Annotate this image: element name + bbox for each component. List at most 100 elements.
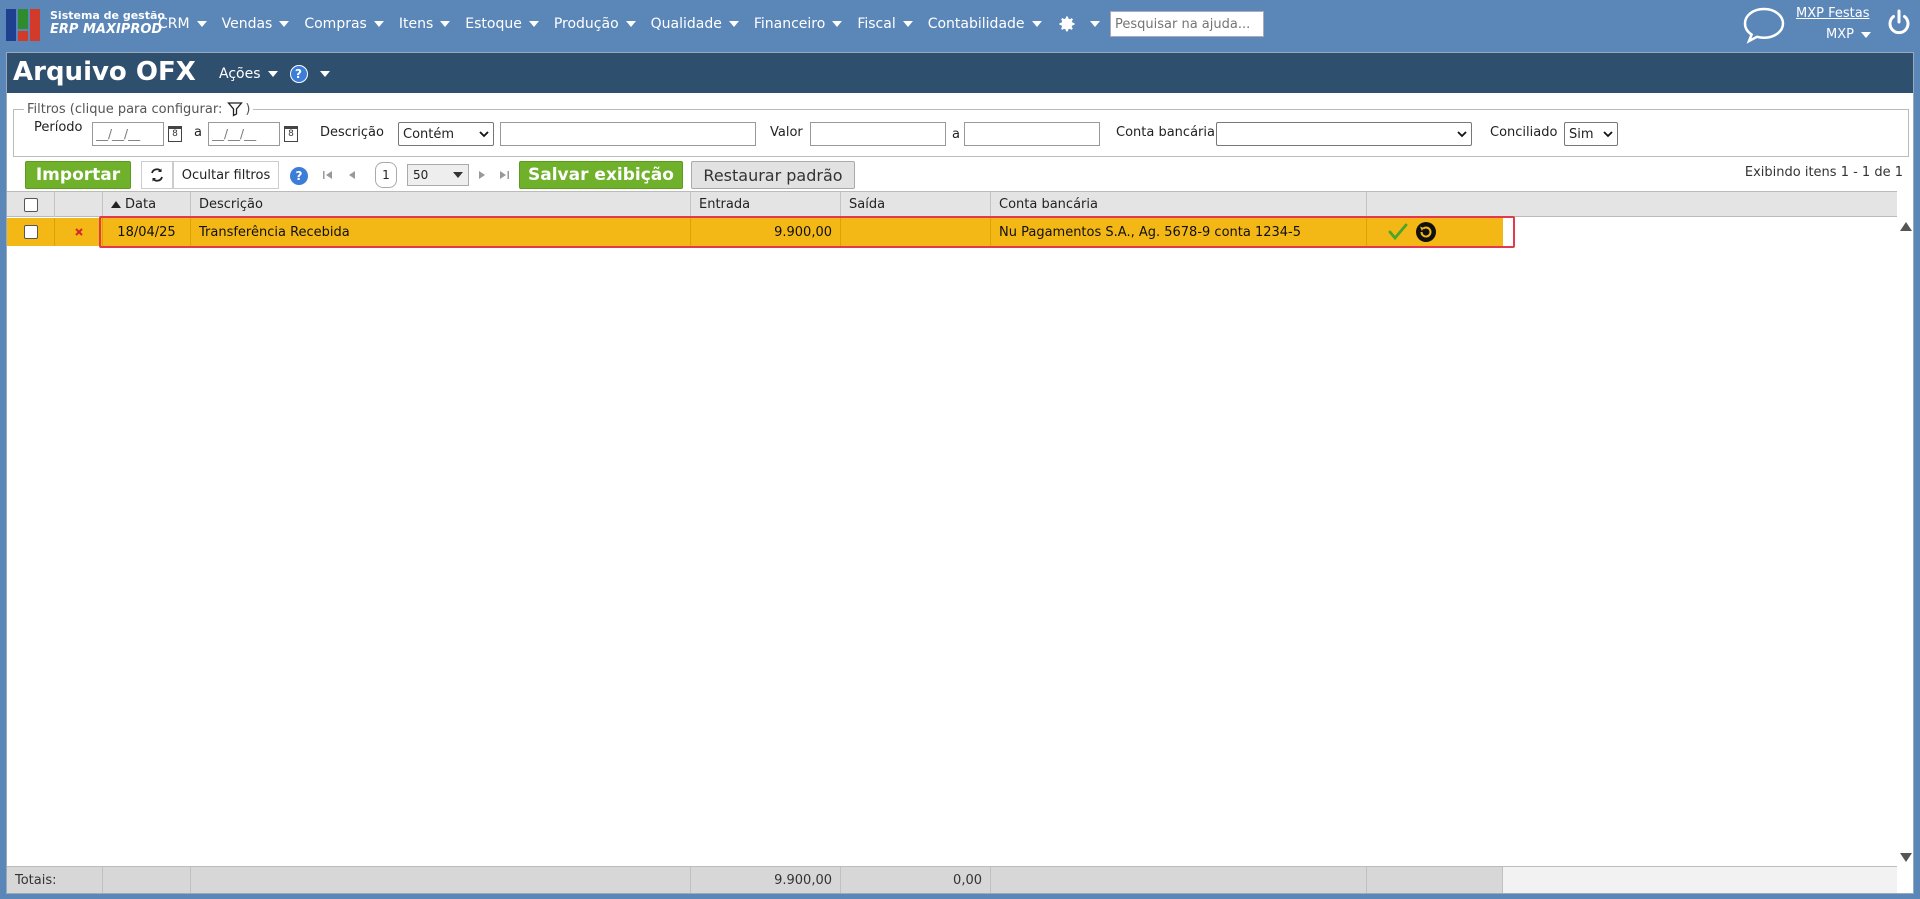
user-name-link[interactable]: MXP Festas [1796,6,1869,21]
chevron-down-icon [1089,21,1100,27]
menu-label: Vendas [221,16,273,32]
scroll-up-arrow-icon[interactable] [1900,222,1912,231]
chevron-down-icon [832,21,843,27]
menu-item-producao[interactable]: Produção [554,16,636,32]
transactions-grid: Data Descrição Entrada Saída Conta bancá… [7,191,1913,893]
grid-totals: Totais: 9.900,00 0,00 [7,866,1897,893]
next-page-icon[interactable] [475,168,489,182]
value-label: Valor [770,125,803,140]
menu-label: CRM [158,16,190,32]
chat-icon[interactable] [1742,6,1786,44]
chevron-down-icon [1860,31,1871,38]
row-actions [1367,218,1503,246]
page-header: Arquivo OFX Ações ? [7,53,1913,93]
filters-legend[interactable]: Filtros (clique para configurar: ) [24,101,254,117]
chevron-down-icon [728,21,739,27]
help-icon[interactable]: ? [289,65,308,83]
menu-label: Fiscal [857,16,896,32]
reconcile-check-icon[interactable] [1387,222,1409,242]
chevron-down-icon [373,21,384,27]
page-size-select[interactable]: 50 [407,164,469,186]
first-page-icon[interactable] [321,168,335,182]
chevron-down-icon [267,71,278,77]
calendar-icon[interactable]: 8 [284,126,298,142]
actions-menu[interactable]: Ações ? [219,65,330,83]
last-page-icon[interactable] [497,168,511,182]
previous-page-icon[interactable] [345,168,359,182]
filters-legend-close: ) [245,101,251,117]
chevron-down-icon [196,21,207,27]
reconciled-select[interactable]: Sim [1564,122,1618,146]
menu-item-contabilidade[interactable]: Contabilidade [928,16,1042,32]
chevron-down-icon [1031,21,1042,27]
value-to-label: a [952,127,960,142]
grid-toolbar: Importar Ocultar filtros ? 1 50 Salvar e… [13,157,1909,191]
value-to-input[interactable] [964,122,1100,146]
value-from-input[interactable] [810,122,946,146]
totals-outflow: 0,00 [841,867,991,893]
hide-filters-button[interactable]: Ocultar filtros [173,161,279,189]
column-header-inflow[interactable]: Entrada [691,192,841,217]
description-input[interactable] [500,122,756,146]
menu-label: Qualidade [650,16,722,32]
refresh-icon [151,168,163,182]
select-all-checkbox[interactable] [23,197,38,212]
column-header-outflow[interactable]: Saída [841,192,991,217]
period-start-input[interactable] [92,122,164,146]
description-mode-select[interactable]: Contém [398,122,494,146]
table-row[interactable]: 18/04/25 Transferência Recebida 9.900,00… [7,218,1503,246]
settings-menu[interactable] [1057,14,1100,34]
chevron-down-icon [440,21,451,27]
vertical-scrollbar[interactable] [1897,218,1913,866]
row-select-cell [7,218,55,246]
sort-ascending-icon [111,201,121,208]
status-column-header [55,192,103,217]
menu-item-crm[interactable]: CRM [158,16,207,32]
help-search-input[interactable] [1110,11,1264,37]
description-label: Descrição [320,125,384,140]
bank-account-select[interactable] [1216,122,1472,146]
chevron-down-icon [453,172,463,178]
unreconciled-x-icon[interactable] [74,227,84,237]
menu-label: Financeiro [753,16,826,32]
column-header-bank-account[interactable]: Conta bancária [991,192,1367,217]
help-icon[interactable]: ? [289,166,309,186]
chevron-down-icon [902,21,913,27]
menu-item-fiscal[interactable]: Fiscal [857,16,913,32]
power-icon[interactable] [1884,8,1914,38]
company-selector[interactable]: MXP [1826,27,1871,42]
reconciled-label: Conciliado [1490,125,1558,140]
menu-item-vendas[interactable]: Vendas [222,16,290,32]
reconciled-value: Sim [1569,126,1594,142]
column-header-description[interactable]: Descrição [191,192,691,217]
logo-line-1: Sistema de gestão [50,9,165,22]
filters-panel: Filtros (clique para configurar: ) Perío… [13,101,1909,157]
menu-item-compras[interactable]: Compras [304,16,384,32]
row-checkbox[interactable] [23,225,38,239]
refresh-button[interactable] [141,161,173,189]
period-end-input[interactable] [208,122,280,146]
menu-item-itens[interactable]: Itens [398,16,451,32]
totals-description-cell [191,867,691,893]
grid-header: Data Descrição Entrada Saída Conta bancá… [7,191,1897,217]
restore-default-button[interactable]: Restaurar padrão [691,161,855,189]
undo-reconcile-icon[interactable] [1415,221,1437,243]
erp-logo[interactable]: Sistema de gestão ERP MAXIPROD [6,6,165,42]
menu-label: Itens [398,16,434,32]
menu-item-financeiro[interactable]: Financeiro [753,16,843,32]
description-mode-value: Contém [403,126,455,142]
filters-legend-text: Filtros (clique para configurar: [27,101,223,117]
import-button[interactable]: Importar [25,161,131,189]
save-view-button[interactable]: Salvar exibição [519,161,683,189]
menu-item-qualidade[interactable]: Qualidade [651,16,739,32]
row-status-cell [55,218,103,246]
chevron-down-icon[interactable] [319,71,330,77]
calendar-icon[interactable]: 8 [168,126,182,142]
column-header-date[interactable]: Data [103,192,191,217]
scroll-down-arrow-icon[interactable] [1900,853,1912,862]
menu-item-estoque[interactable]: Estoque [465,16,539,32]
funnel-icon[interactable] [227,101,244,117]
page-number-indicator[interactable]: 1 [375,162,397,188]
totals-date-cell [103,867,191,893]
top-navigation: Sistema de gestão ERP MAXIPROD CRM Venda… [0,0,1920,48]
